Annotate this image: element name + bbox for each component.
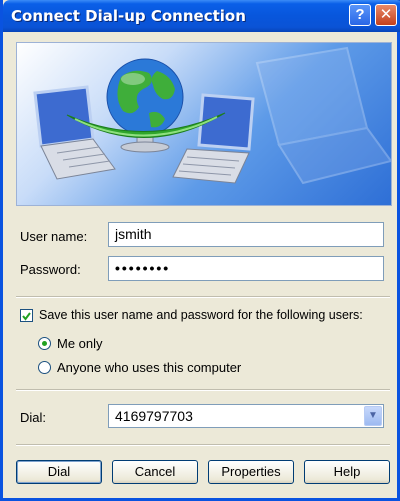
- password-input[interactable]: ••••••••: [108, 256, 384, 281]
- dial-number-value: 4169797703: [115, 408, 193, 424]
- password-label: Password:: [20, 262, 81, 277]
- divider: [16, 444, 390, 446]
- laptop-icon: [255, 46, 391, 185]
- dial-combobox[interactable]: 4169797703 ▼: [108, 404, 384, 428]
- dial-button[interactable]: Dial: [16, 460, 102, 484]
- close-icon[interactable]: ✕: [375, 4, 397, 26]
- save-credentials-checkbox[interactable]: [20, 309, 33, 322]
- radio-selected-dot: [42, 341, 47, 346]
- anyone-radio[interactable]: [38, 361, 51, 374]
- divider: [16, 296, 390, 298]
- help-button[interactable]: Help: [304, 460, 390, 484]
- me-only-radio[interactable]: [38, 337, 51, 350]
- help-icon[interactable]: ?: [349, 4, 371, 26]
- window-title: Connect Dial-up Connection: [11, 7, 246, 25]
- title-bar[interactable]: Connect Dial-up Connection ? ✕: [3, 0, 400, 32]
- laptop-icon: [33, 85, 116, 180]
- dialog-window: Connect Dial-up Connection ? ✕ User name…: [0, 0, 400, 501]
- username-input[interactable]: jsmith: [108, 222, 384, 247]
- properties-button[interactable]: Properties: [208, 460, 294, 484]
- divider: [16, 389, 390, 391]
- cancel-button[interactable]: Cancel: [112, 460, 198, 484]
- connection-banner: [16, 42, 392, 206]
- globe-icon: [106, 58, 184, 153]
- anyone-label: Anyone who uses this computer: [57, 360, 242, 375]
- checkmark-icon: [22, 312, 31, 321]
- dial-label: Dial:: [20, 410, 47, 425]
- banner-illustration: [33, 46, 391, 185]
- me-only-label: Me only: [57, 336, 103, 351]
- laptop-icon: [172, 93, 255, 184]
- username-label: User name:: [20, 229, 88, 244]
- chevron-down-icon[interactable]: ▼: [364, 406, 382, 426]
- save-credentials-label: Save this user name and password for the…: [39, 308, 363, 322]
